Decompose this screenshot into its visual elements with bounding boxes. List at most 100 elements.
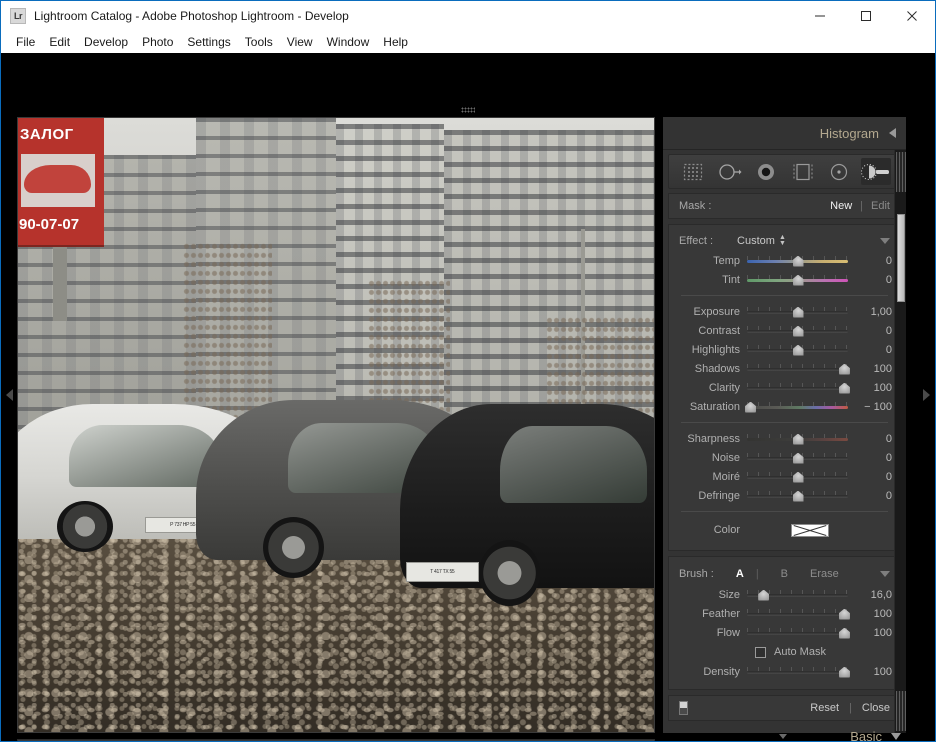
maximize-icon[interactable]	[843, 1, 889, 31]
billboard-car-graphic	[21, 154, 95, 207]
slider-brush-feather[interactable]: Feather 100	[669, 604, 900, 623]
slider-contrast[interactable]: Contrast 0	[669, 321, 900, 340]
slider-shadows-value: 100	[848, 363, 892, 375]
menu-item-help[interactable]: Help	[376, 33, 415, 51]
slider-exposure-value: 1,00	[848, 306, 892, 318]
tool-strip	[668, 154, 901, 189]
slider-moire[interactable]: Moiré 0	[669, 467, 900, 486]
effect-value[interactable]: Custom	[737, 235, 775, 247]
spot-removal-tool-icon[interactable]	[715, 158, 745, 185]
color-row: Color	[669, 518, 900, 542]
slider-clarity[interactable]: Clarity 100	[669, 378, 900, 397]
scrollbar-thumb[interactable]	[897, 214, 905, 302]
slider-clarity-track[interactable]	[747, 382, 848, 394]
slider-moire-track[interactable]	[747, 471, 848, 483]
slider-temp-label: Temp	[675, 255, 747, 267]
slider-brush-density-track[interactable]	[747, 666, 848, 678]
brush-option-erase[interactable]: Erase	[810, 568, 839, 580]
slider-highlights-track[interactable]	[747, 344, 848, 356]
panel-reset-button[interactable]: Reset	[810, 702, 839, 714]
left-panel-toggle[interactable]	[3, 109, 15, 681]
panel-switch-toggle-icon[interactable]	[679, 701, 688, 715]
slider-tint-track[interactable]	[747, 274, 848, 286]
color-label: Color	[675, 524, 747, 536]
scrollbar-grip-bottom	[896, 691, 906, 731]
adjustment-brush-tool-icon[interactable]	[861, 158, 891, 185]
color-swatch[interactable]	[791, 524, 829, 537]
menu-item-tools[interactable]: Tools	[238, 33, 280, 51]
menu-item-develop[interactable]: Develop	[77, 33, 135, 51]
slider-tint[interactable]: Tint 0	[669, 270, 900, 289]
slider-defringe-label: Defringe	[675, 490, 747, 502]
crop-overlay-tool-icon[interactable]	[678, 158, 708, 185]
slider-defringe[interactable]: Defringe 0	[669, 486, 900, 505]
right-panel-toggle[interactable]	[920, 109, 932, 681]
slider-exposure[interactable]: Exposure 1,00	[669, 302, 900, 321]
close-icon[interactable]	[889, 1, 935, 31]
slider-temp[interactable]: Temp 0	[669, 251, 900, 270]
section-divider	[681, 295, 888, 296]
effect-collapse-icon[interactable]	[880, 238, 890, 244]
slider-defringe-track[interactable]	[747, 490, 848, 502]
mask-edit-button[interactable]: Edit	[871, 200, 890, 212]
effect-row: Effect : Custom ▲▼	[669, 231, 900, 251]
slider-temp-track[interactable]	[747, 255, 848, 267]
car-black-wheel	[479, 540, 540, 606]
slider-exposure-track[interactable]	[747, 306, 848, 318]
graduated-filter-tool-icon[interactable]	[788, 158, 818, 185]
menu-item-file[interactable]: File	[9, 33, 42, 51]
slider-noise[interactable]: Noise 0	[669, 448, 900, 467]
auto-mask-checkbox[interactable]	[755, 647, 766, 658]
slider-brush-density[interactable]: Density 100	[669, 662, 900, 681]
lightroom-window: Lr Lightroom Catalog - Adobe Photoshop L…	[0, 0, 936, 742]
slider-brush-feather-value: 100	[848, 608, 892, 620]
slider-contrast-label: Contrast	[675, 325, 747, 337]
red-eye-correction-tool-icon[interactable]	[751, 158, 781, 185]
right-panel: Histogram	[663, 117, 906, 733]
slider-sharpness[interactable]: Sharpness 0	[669, 429, 900, 448]
menu-item-edit[interactable]: Edit	[42, 33, 77, 51]
slider-clarity-label: Clarity	[675, 382, 747, 394]
slider-brush-size-label: Size	[675, 589, 747, 601]
slider-noise-track[interactable]	[747, 452, 848, 464]
right-panel-scrollbar[interactable]	[894, 150, 906, 733]
menu-item-window[interactable]: Window	[320, 33, 377, 51]
slider-contrast-value: 0	[848, 325, 892, 337]
section-divider-2	[681, 422, 888, 423]
top-panel-handle[interactable]	[456, 106, 480, 114]
slider-brush-size-track[interactable]	[747, 589, 848, 601]
slider-sharpness-track[interactable]	[747, 433, 848, 445]
slider-tint-label: Tint	[675, 274, 747, 286]
slider-brush-size[interactable]: Size 16,0	[669, 585, 900, 604]
car-grey-wheel	[263, 517, 324, 578]
menu-item-photo[interactable]: Photo	[135, 33, 180, 51]
collapse-left-icon[interactable]	[889, 128, 896, 138]
slider-shadows-track[interactable]	[747, 363, 848, 375]
slider-saturation[interactable]: Saturation − 100	[669, 397, 900, 416]
brush-collapse-icon[interactable]	[880, 571, 890, 577]
slider-sharpness-value: 0	[848, 433, 892, 445]
slider-brush-flow[interactable]: Flow 100	[669, 623, 900, 642]
brush-label: Brush :	[679, 568, 714, 580]
auto-mask-row[interactable]: Auto Mask	[669, 642, 900, 662]
effect-label: Effect :	[679, 235, 713, 247]
menu-item-settings[interactable]: Settings	[180, 33, 237, 51]
brush-option-b[interactable]: B	[781, 568, 788, 580]
effect-stepper[interactable]: ▲▼	[779, 235, 786, 247]
panel-close-button[interactable]: Close	[862, 702, 890, 714]
slider-contrast-track[interactable]	[747, 325, 848, 337]
histogram-header[interactable]: Histogram	[663, 117, 906, 150]
slider-shadows[interactable]: Shadows 100	[669, 359, 900, 378]
menu-item-view[interactable]: View	[280, 33, 320, 51]
slider-highlights[interactable]: Highlights 0	[669, 340, 900, 359]
slider-saturation-track[interactable]	[747, 401, 848, 413]
photo-canvas[interactable]: ЗАЛОГ 90-07-07 P Р 737 НР	[17, 117, 655, 733]
slider-brush-flow-track[interactable]	[747, 627, 848, 639]
radial-filter-tool-icon[interactable]	[824, 158, 854, 185]
minimize-icon[interactable]	[797, 1, 843, 31]
mask-new-button[interactable]: New	[830, 200, 852, 212]
brush-option-a[interactable]: A	[736, 568, 744, 580]
slider-brush-feather-track[interactable]	[747, 608, 848, 620]
car-black-glass	[500, 426, 647, 503]
brush-section: Brush : A | B Erase Size 16,0 Feathe	[668, 556, 901, 690]
